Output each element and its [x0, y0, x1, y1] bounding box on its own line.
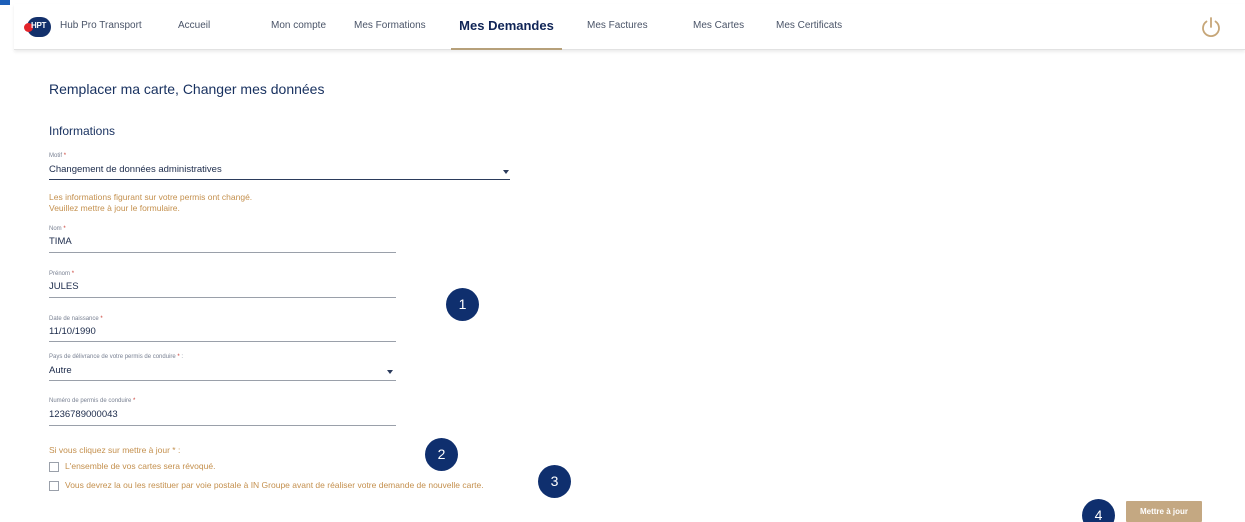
naissance-underline	[49, 341, 396, 342]
pays-select[interactable]: Autre	[49, 365, 72, 376]
permis-label: Numéro de permis de conduire *	[49, 398, 136, 404]
nav-item-mes-formations[interactable]: Mes Formations	[354, 4, 426, 50]
nav-item-mes-cartes[interactable]: Mes Cartes	[693, 4, 744, 50]
prenom-label: Prénom *	[49, 271, 75, 277]
naissance-label: Date de naissance *	[49, 316, 103, 322]
section-title: Informations	[49, 124, 116, 138]
hpt-logo[interactable]: HPT	[24, 17, 54, 38]
nom-underline	[49, 252, 396, 253]
nav-item-mon-compte[interactable]: Mon compte	[271, 4, 326, 50]
revoke-checkbox[interactable]	[49, 462, 59, 472]
motif-label: Motif *	[49, 153, 67, 159]
motif-select[interactable]: Changement de données administratives	[49, 164, 222, 175]
annotation-badge-1: 1	[446, 288, 479, 321]
update-button[interactable]: Mettre à jour	[1126, 501, 1202, 522]
revoke-checkbox-label: L'ensemble de vos cartes sera révoqué.	[65, 461, 216, 471]
notice-line-1: Les informations figurant sur votre perm…	[49, 192, 253, 202]
top-navbar: HPT Hub Pro Transport Accueil Mon compte…	[14, 4, 1245, 50]
nom-label: Nom *	[49, 226, 66, 232]
top-accent-strip	[0, 0, 10, 5]
nom-field[interactable]: TIMA	[49, 236, 72, 247]
logo-text: HPT	[31, 21, 47, 30]
naissance-field[interactable]: 11/10/1990	[49, 326, 96, 337]
nav-item-mes-factures[interactable]: Mes Factures	[587, 4, 648, 50]
chevron-down-icon[interactable]	[503, 170, 509, 174]
notice-line-2: Veuillez mettre à jour le formulaire.	[49, 203, 180, 213]
confirm-title: Si vous cliquez sur mettre à jour * :	[49, 445, 181, 455]
annotation-badge-2: 2	[425, 438, 458, 471]
nav-brand[interactable]: Hub Pro Transport	[60, 4, 142, 50]
power-icon[interactable]	[1200, 16, 1222, 38]
return-checkbox[interactable]	[49, 481, 59, 491]
permis-underline	[49, 425, 396, 426]
permis-field[interactable]: 1236789000043	[49, 409, 118, 420]
chevron-down-icon[interactable]	[387, 370, 393, 374]
prenom-underline	[49, 297, 396, 298]
nav-item-mes-demandes[interactable]: Mes Demandes	[451, 4, 562, 50]
annotation-badge-4: 4	[1082, 499, 1115, 522]
prenom-field[interactable]: JULES	[49, 281, 79, 292]
motif-underline	[49, 179, 510, 180]
page-title: Remplacer ma carte, Changer mes données	[49, 81, 325, 97]
pays-underline	[49, 380, 396, 381]
return-checkbox-label: Vous devrez la ou les restituer par voie…	[65, 480, 484, 490]
nav-item-mes-certificats[interactable]: Mes Certificats	[776, 4, 842, 50]
pays-label: Pays de délivrance de votre permis de co…	[49, 354, 184, 360]
annotation-badge-3: 3	[538, 465, 571, 498]
nav-item-accueil[interactable]: Accueil	[178, 4, 210, 50]
